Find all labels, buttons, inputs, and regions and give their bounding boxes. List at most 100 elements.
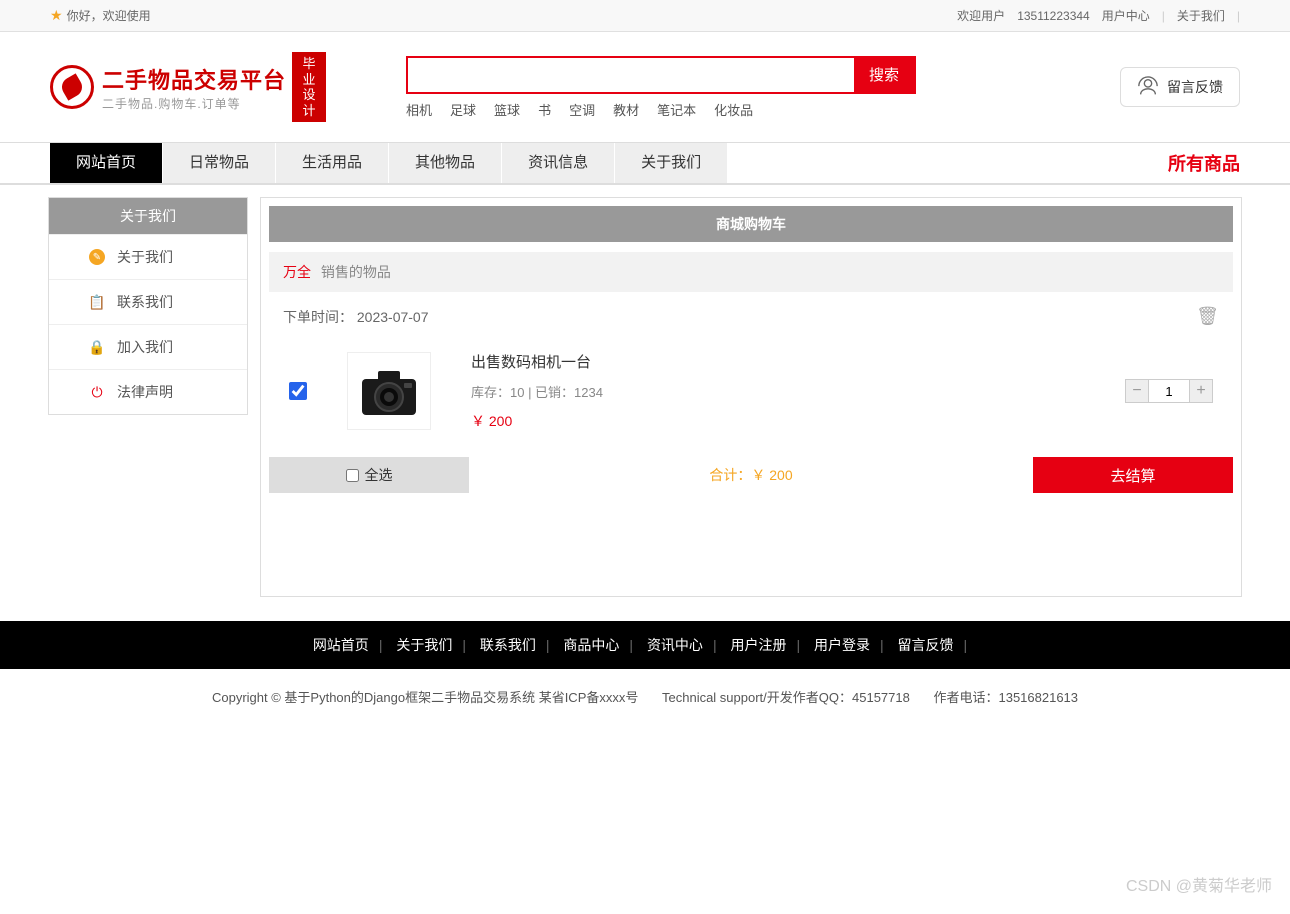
- search-button[interactable]: 搜索: [854, 58, 914, 92]
- sidebar-item-label: 关于我们: [117, 247, 173, 267]
- star-icon: ★: [50, 7, 63, 24]
- nav-daily[interactable]: 日常物品: [163, 143, 276, 183]
- cart-title: 商城购物车: [269, 206, 1233, 242]
- top-right: 欢迎用户 13511223344 用户中心 | 关于我们 |: [957, 7, 1240, 24]
- item-checkbox[interactable]: [289, 382, 307, 400]
- lock-icon: 🔒: [89, 339, 105, 355]
- cart-footer: 全选 合计： ￥ 200 去结算: [269, 457, 1233, 493]
- logo-title: 二手物品交易平台: [102, 63, 286, 95]
- main-nav: 网站首页 日常物品 生活用品 其他物品 资讯信息 关于我们 所有商品: [0, 143, 1290, 183]
- hot-word[interactable]: 空调: [569, 100, 595, 119]
- sidebar-title: 关于我们: [49, 198, 247, 234]
- sidebar: 关于我们 关于我们 📋 联系我们 🔒 加入我们 ⏻ 法律声明: [48, 197, 248, 415]
- footer-link[interactable]: 用户注册: [730, 637, 786, 653]
- logo-subtitle: 二手物品.购物车.订单等: [102, 95, 286, 112]
- welcome-user-label: 欢迎用户: [957, 7, 1005, 24]
- quantity-stepper: − +: [1125, 379, 1213, 403]
- nav-other[interactable]: 其他物品: [389, 143, 502, 183]
- total-label: 合计：: [709, 465, 751, 485]
- select-all-block[interactable]: 全选: [269, 457, 469, 493]
- divider: |: [1162, 9, 1165, 23]
- hot-word[interactable]: 书: [538, 100, 551, 119]
- cart-item: 出售数码相机一台 库存：10 | 已销：1234 ￥ 200 − +: [269, 341, 1233, 451]
- select-all-checkbox[interactable]: [346, 469, 359, 482]
- footer-info: Copyright © 基于Python的Django框架二手物品交易系统 某省…: [0, 669, 1290, 724]
- item-thumbnail[interactable]: [347, 352, 431, 430]
- top-welcome: ★ 你好，欢迎使用: [50, 7, 151, 24]
- item-meta: 库存：10 | 已销：1234: [471, 382, 1085, 401]
- copyright: Copyright © 基于Python的Django框架二手物品交易系统 某省…: [212, 690, 638, 705]
- footer-link[interactable]: 商品中心: [563, 637, 619, 653]
- main-area: 关于我们 关于我们 📋 联系我们 🔒 加入我们 ⏻ 法律声明 商城购物车 万全 …: [0, 185, 1290, 609]
- power-icon: ⏻: [89, 384, 105, 400]
- sidebar-item-label: 法律声明: [117, 382, 173, 402]
- nav-home[interactable]: 网站首页: [50, 143, 163, 183]
- total-block: 合计： ￥ 200: [469, 457, 1033, 493]
- footer-link[interactable]: 留言反馈: [898, 637, 954, 653]
- search-input[interactable]: [408, 58, 854, 92]
- filter-vendor[interactable]: 万全: [283, 264, 311, 280]
- logo-text: 二手物品交易平台 二手物品.购物车.订单等 毕业设计: [102, 52, 326, 122]
- about-link[interactable]: 关于我们: [1177, 7, 1225, 24]
- divider: |: [1237, 9, 1240, 23]
- qty-input[interactable]: [1149, 379, 1189, 403]
- hot-word[interactable]: 教材: [613, 100, 639, 119]
- header: 二手物品交易平台 二手物品.购物车.订单等 毕业设计 搜索 相机 足球 篮球 书…: [0, 32, 1290, 132]
- sidebar-item-label: 加入我们: [117, 337, 173, 357]
- nav-wrap: 网站首页 日常物品 生活用品 其他物品 资讯信息 关于我们 所有商品: [0, 142, 1290, 185]
- search-row: 搜索: [406, 56, 916, 94]
- sidebar-item-contact[interactable]: 📋 联系我们: [49, 279, 247, 324]
- nav-about[interactable]: 关于我们: [615, 143, 728, 183]
- feedback-label: 留言反馈: [1167, 77, 1223, 97]
- hot-word[interactable]: 笔记本: [657, 100, 696, 119]
- footer-link[interactable]: 网站首页: [313, 637, 369, 653]
- footer-nav: 网站首页| 关于我们| 联系我们| 商品中心| 资讯中心| 用户注册| 用户登录…: [0, 621, 1290, 669]
- order-time-row: 下单时间： 2023-07-07 🗑: [269, 292, 1233, 341]
- item-price: ￥ 200: [471, 411, 1085, 431]
- order-time-label: 下单时间：: [283, 309, 353, 325]
- order-time-value: 2023-07-07: [357, 309, 429, 325]
- search-block: 搜索 相机 足球 篮球 书 空调 教材 笔记本 化妆品: [406, 56, 916, 119]
- hot-word[interactable]: 化妆品: [714, 100, 753, 119]
- tech-support: Technical support/开发作者QQ：45157718: [662, 690, 910, 705]
- item-info: 出售数码相机一台 库存：10 | 已销：1234 ￥ 200: [471, 351, 1085, 431]
- item-title[interactable]: 出售数码相机一台: [471, 351, 1085, 372]
- hot-word[interactable]: 相机: [406, 100, 432, 119]
- user-center-link[interactable]: 用户中心: [1102, 7, 1150, 24]
- nav-life[interactable]: 生活用品: [276, 143, 389, 183]
- footer-link[interactable]: 用户登录: [814, 637, 870, 653]
- sidebar-item-label: 联系我们: [117, 292, 173, 312]
- welcome-text: 你好，欢迎使用: [67, 7, 151, 24]
- sidebar-item-join[interactable]: 🔒 加入我们: [49, 324, 247, 369]
- hot-word[interactable]: 足球: [450, 100, 476, 119]
- logo-badge: 毕业设计: [292, 52, 326, 122]
- hot-word[interactable]: 篮球: [494, 100, 520, 119]
- checkout-button[interactable]: 去结算: [1033, 457, 1233, 493]
- qty-increase-button[interactable]: +: [1189, 379, 1213, 403]
- footer-link[interactable]: 资讯中心: [647, 637, 703, 653]
- user-phone[interactable]: 13511223344: [1017, 9, 1090, 23]
- qty-decrease-button[interactable]: −: [1125, 379, 1149, 403]
- filter-row: 万全 销售的物品: [269, 252, 1233, 292]
- total-value: ￥ 200: [751, 465, 792, 485]
- author-phone: 作者电话：13516821613: [933, 690, 1078, 705]
- trash-icon[interactable]: 🗑: [1196, 306, 1219, 327]
- camera-icon: [354, 361, 424, 421]
- nav-all-products[interactable]: 所有商品: [1168, 150, 1240, 176]
- filter-desc: 销售的物品: [321, 264, 391, 280]
- headset-icon: [1137, 76, 1159, 98]
- footer-link[interactable]: 联系我们: [480, 637, 536, 653]
- clipboard-icon: 📋: [89, 294, 105, 310]
- logo-icon: [50, 65, 94, 109]
- sidebar-item-legal[interactable]: ⏻ 法律声明: [49, 369, 247, 414]
- feedback-button[interactable]: 留言反馈: [1120, 67, 1240, 107]
- watermark: CSDN @黄菊华老师: [1126, 872, 1272, 896]
- footer-link[interactable]: 关于我们: [396, 637, 452, 653]
- hot-words: 相机 足球 篮球 书 空调 教材 笔记本 化妆品: [406, 100, 916, 119]
- content: 商城购物车 万全 销售的物品 下单时间： 2023-07-07 🗑: [260, 197, 1242, 597]
- nav-news[interactable]: 资讯信息: [502, 143, 615, 183]
- top-bar: ★ 你好，欢迎使用 欢迎用户 13511223344 用户中心 | 关于我们 |: [0, 0, 1290, 32]
- sidebar-item-about[interactable]: 关于我们: [49, 234, 247, 279]
- logo-block[interactable]: 二手物品交易平台 二手物品.购物车.订单等 毕业设计: [50, 52, 326, 122]
- select-all-label: 全选: [365, 465, 393, 485]
